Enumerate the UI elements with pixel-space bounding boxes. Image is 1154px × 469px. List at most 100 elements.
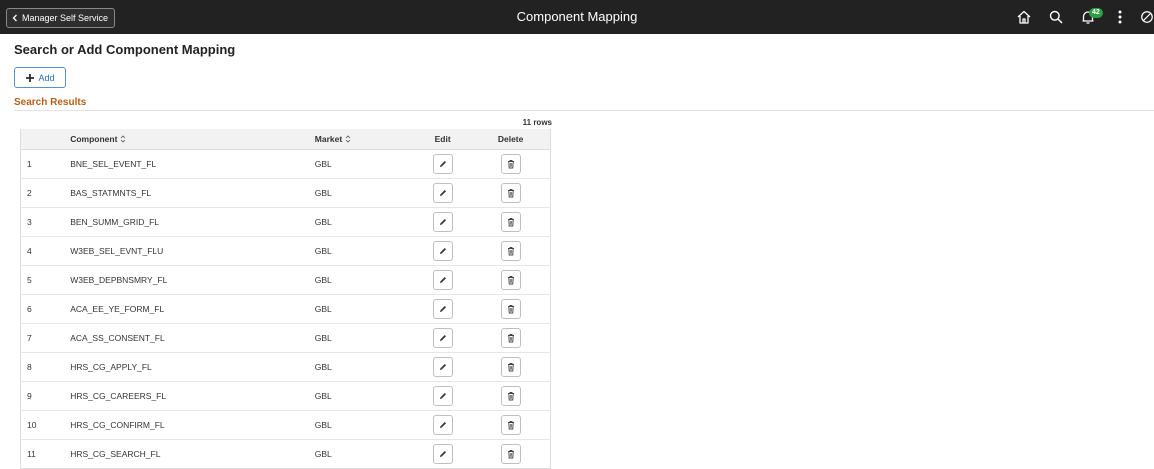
edit-button[interactable] [432,444,453,464]
edit-cell [414,178,472,208]
market-cell: GBL [314,352,415,382]
trash-icon [507,421,514,430]
edit-button[interactable] [432,328,453,348]
row-number: 7 [20,323,71,353]
pencil-icon [439,393,446,399]
delete-button[interactable] [500,241,521,261]
trash-icon [507,450,514,459]
edit-cell [414,207,472,237]
delete-button[interactable] [500,299,521,319]
market-cell: GBL [314,178,415,208]
compass-icon [1141,11,1153,23]
component-column-header[interactable]: Component [70,129,315,150]
notifications-button[interactable]: 42 [1078,7,1103,27]
delete-button[interactable] [500,270,521,290]
pencil-icon [439,422,446,428]
edit-button[interactable] [432,357,453,377]
trash-icon [507,160,514,169]
edit-button[interactable] [432,270,453,290]
edit-cell [414,236,472,266]
market-cell: GBL [314,439,415,469]
more-vertical-icon [1118,10,1122,24]
trash-icon [507,247,514,256]
row-number: 4 [20,236,71,266]
edit-button[interactable] [432,386,453,406]
navbar-button[interactable] [1140,7,1154,27]
table-row: 9 HRS_CG_CAREERS_FL GBL [20,381,551,411]
component-cell: HRS_CG_SEARCH_FL [70,439,315,469]
plus-icon [26,73,35,82]
pencil-icon [439,364,446,370]
row-number: 2 [20,178,71,208]
market-header-label: Market [314,134,343,144]
back-button-label: Manager Self Service [22,13,109,23]
edit-button[interactable] [432,212,453,232]
delete-button[interactable] [500,444,521,464]
component-cell: BEN_SUMM_GRID_FL [70,207,315,237]
page-header-title: Component Mapping [516,9,638,24]
pencil-icon [439,161,446,167]
row-number: 3 [20,207,71,237]
delete-button[interactable] [500,386,521,406]
delete-button[interactable] [500,154,521,174]
pencil-icon [439,306,446,312]
table-row: 1 BNE_SEL_EVENT_FL GBL [20,149,551,179]
header-actions: 42 [1014,0,1154,34]
add-button[interactable]: Add [14,67,66,88]
search-icon [1049,10,1063,24]
delete-cell [471,439,551,469]
delete-cell [471,410,551,440]
market-column-header[interactable]: Market [314,129,415,150]
home-button[interactable] [1014,7,1034,27]
delete-cell [471,352,551,382]
delete-column-header: Delete [471,129,551,150]
delete-button[interactable] [500,183,521,203]
pencil-icon [439,219,446,225]
pencil-icon [439,277,446,283]
delete-button[interactable] [500,415,521,435]
table-row: 4 W3EB_SEL_EVNT_FLU GBL [20,236,551,266]
results-grid: Component Market Edit Delete 1 BNE_SEL_EV… [20,129,551,469]
edit-button[interactable] [432,299,453,319]
delete-button[interactable] [500,212,521,232]
market-cell: GBL [314,207,415,237]
delete-cell [471,323,551,353]
delete-cell [471,207,551,237]
table-row: 2 BAS_STATMNTS_FL GBL [20,178,551,208]
pencil-icon [439,451,446,457]
table-row: 5 W3EB_DEPBNSMRY_FL GBL [20,265,551,295]
row-number: 5 [20,265,71,295]
app-header: Manager Self Service Component Mapping 4… [0,0,1154,34]
market-cell: GBL [314,294,415,324]
component-header-label: Component [70,134,118,144]
row-number: 8 [20,352,71,382]
back-button[interactable]: Manager Self Service [6,8,116,28]
sort-icon [345,135,351,143]
search-button[interactable] [1046,7,1066,27]
delete-cell [471,265,551,295]
row-number: 1 [20,149,71,179]
edit-cell [414,352,472,382]
delete-button[interactable] [500,357,521,377]
edit-column-header: Edit [414,129,472,150]
delete-cell [471,294,551,324]
pencil-icon [439,190,446,196]
edit-button[interactable] [432,154,453,174]
component-cell: W3EB_DEPBNSMRY_FL [70,265,315,295]
delete-button[interactable] [500,328,521,348]
component-cell: BAS_STATMNTS_FL [70,178,315,208]
edit-cell [414,439,472,469]
section-title: Search Results [14,97,87,108]
row-number: 9 [20,381,71,411]
actions-menu-button[interactable] [1110,7,1130,27]
table-row: 7 ACA_SS_CONSENT_FL GBL [20,323,551,353]
pencil-icon [439,335,446,341]
table-row: 6 ACA_EE_YE_FORM_FL GBL [20,294,551,324]
edit-button[interactable] [432,415,453,435]
edit-button[interactable] [432,183,453,203]
delete-cell [471,149,551,179]
grid-header-row: Component Market Edit Delete [20,129,551,150]
edit-button[interactable] [432,241,453,261]
row-number-header [20,129,71,150]
trash-icon [507,305,514,314]
